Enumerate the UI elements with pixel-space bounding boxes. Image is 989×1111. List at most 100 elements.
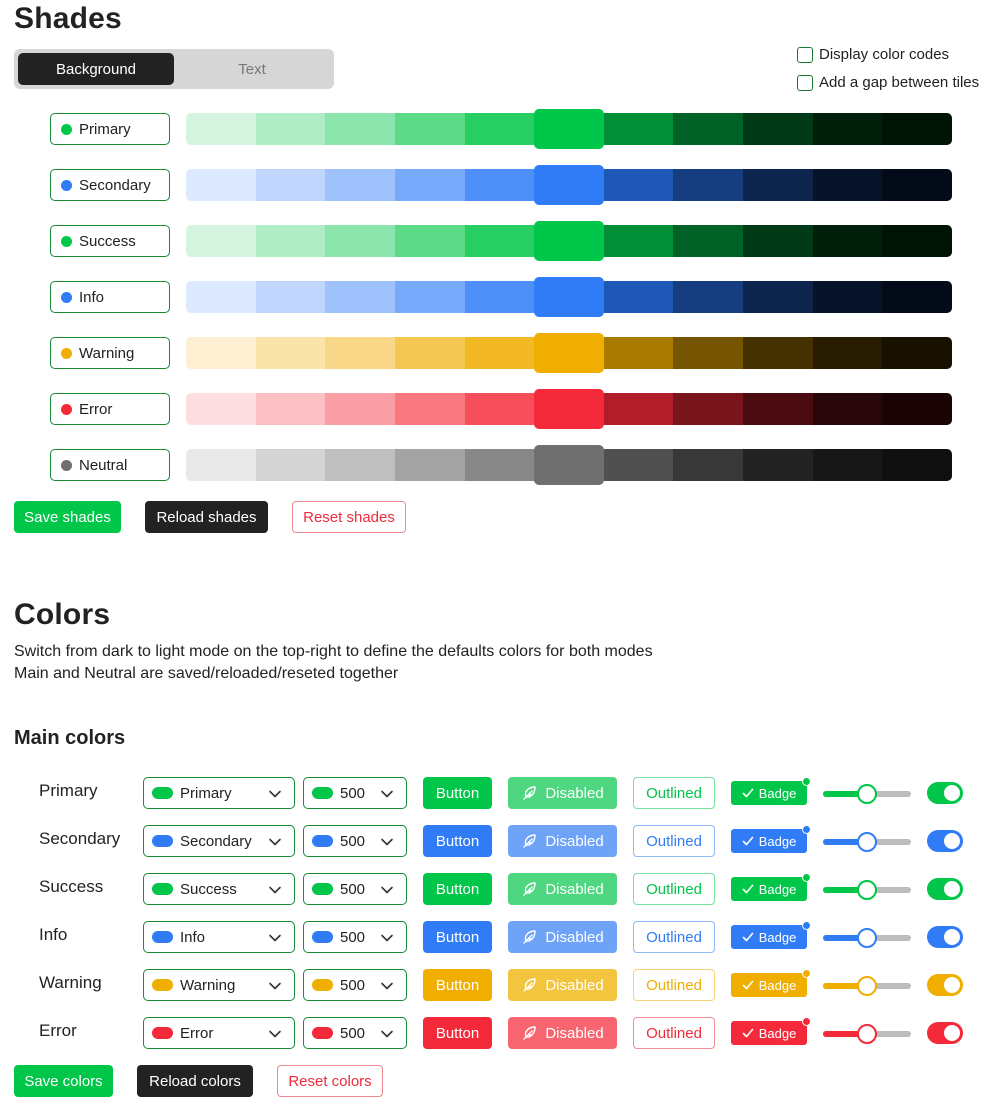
shade-swatch[interactable] [882, 113, 953, 145]
shade-swatch[interactable] [255, 281, 326, 313]
shade-swatch[interactable] [673, 113, 744, 145]
shade-swatch[interactable] [255, 169, 326, 201]
shade-swatch[interactable] [186, 449, 256, 481]
preview-slider[interactable] [823, 1024, 911, 1044]
preview-slider[interactable] [823, 928, 911, 948]
color-select[interactable]: Info [143, 921, 295, 953]
shade-swatch[interactable] [325, 169, 395, 201]
shade-swatch[interactable] [186, 337, 256, 369]
shade-swatch[interactable] [882, 225, 953, 257]
color-select[interactable]: Success [143, 873, 295, 905]
preview-button[interactable]: Button [423, 921, 492, 953]
shade-swatch[interactable] [812, 337, 883, 369]
slider-thumb[interactable] [857, 928, 877, 948]
shade-swatch[interactable] [394, 169, 465, 201]
shade-label-warning[interactable]: Warning [50, 337, 170, 369]
shade-swatch[interactable] [186, 281, 256, 313]
shade-swatch[interactable] [743, 393, 813, 425]
shade-swatch[interactable] [812, 393, 883, 425]
slider-thumb[interactable] [857, 832, 877, 852]
shade-swatch[interactable] [812, 281, 883, 313]
shade-label-primary[interactable]: Primary [50, 113, 170, 145]
slider-thumb[interactable] [857, 1024, 877, 1044]
shade-swatch[interactable] [464, 113, 535, 145]
preview-toggle[interactable] [927, 782, 963, 804]
shade-swatch[interactable] [673, 169, 744, 201]
shade-swatch[interactable] [743, 449, 813, 481]
shade-swatch[interactable] [186, 225, 256, 257]
color-select[interactable]: Warning [143, 969, 295, 1001]
shade-swatch[interactable] [743, 281, 813, 313]
shade-select[interactable]: 500 [303, 921, 407, 953]
shade-swatch[interactable] [603, 113, 674, 145]
shade-select[interactable]: 500 [303, 873, 407, 905]
shade-swatch[interactable] [603, 393, 674, 425]
shade-swatch[interactable] [743, 169, 813, 201]
reset-shades-button[interactable]: Reset shades [292, 501, 406, 533]
preview-slider[interactable] [823, 880, 911, 900]
shade-swatch[interactable] [464, 169, 535, 201]
shade-swatch[interactable] [394, 337, 465, 369]
display-color-codes-checkbox[interactable] [797, 46, 813, 63]
shade-swatch[interactable] [882, 393, 953, 425]
shade-swatch[interactable] [394, 281, 465, 313]
shade-swatch[interactable] [464, 337, 535, 369]
gap-between-tiles-option[interactable]: Add a gap between tiles [797, 74, 979, 91]
shade-label-secondary[interactable]: Secondary [50, 169, 170, 201]
color-select[interactable]: Primary [143, 777, 295, 809]
reload-shades-button[interactable]: Reload shades [145, 501, 268, 533]
preview-outlined-button[interactable]: Outlined [633, 921, 715, 953]
shade-swatch[interactable] [534, 445, 604, 485]
shade-swatch[interactable] [255, 337, 326, 369]
shade-swatch[interactable] [464, 281, 535, 313]
gap-between-tiles-checkbox[interactable] [797, 74, 813, 91]
shade-label-success[interactable]: Success [50, 225, 170, 257]
shade-swatch[interactable] [186, 169, 256, 201]
shade-swatch[interactable] [673, 281, 744, 313]
color-select[interactable]: Error [143, 1017, 295, 1049]
shade-select[interactable]: 500 [303, 777, 407, 809]
preview-toggle[interactable] [927, 974, 963, 996]
shade-label-neutral[interactable]: Neutral [50, 449, 170, 481]
tab-text[interactable]: Text [174, 53, 330, 85]
shade-select[interactable]: 500 [303, 1017, 407, 1049]
shade-swatch[interactable] [464, 225, 535, 257]
shade-swatch[interactable] [743, 225, 813, 257]
preview-outlined-button[interactable]: Outlined [633, 825, 715, 857]
shade-label-info[interactable]: Info [50, 281, 170, 313]
tab-background[interactable]: Background [18, 53, 174, 85]
preview-button[interactable]: Button [423, 969, 492, 1001]
shade-swatch[interactable] [673, 225, 744, 257]
save-shades-button[interactable]: Save shades [14, 501, 121, 533]
preview-button[interactable]: Button [423, 873, 492, 905]
slider-thumb[interactable] [857, 880, 877, 900]
preview-outlined-button[interactable]: Outlined [633, 777, 715, 809]
shade-swatch[interactable] [394, 113, 465, 145]
shade-swatch[interactable] [603, 281, 674, 313]
preview-slider[interactable] [823, 784, 911, 804]
shade-swatch[interactable] [743, 113, 813, 145]
shade-swatch[interactable] [255, 393, 326, 425]
preview-toggle[interactable] [927, 830, 963, 852]
shade-label-error[interactable]: Error [50, 393, 170, 425]
shade-swatch[interactable] [882, 449, 953, 481]
shade-swatch[interactable] [325, 281, 395, 313]
shade-swatch[interactable] [603, 449, 674, 481]
shade-swatch[interactable] [743, 337, 813, 369]
shade-swatch[interactable] [882, 281, 953, 313]
preview-outlined-button[interactable]: Outlined [633, 873, 715, 905]
shade-swatch[interactable] [186, 393, 256, 425]
shade-swatch[interactable] [325, 393, 395, 425]
shade-swatch[interactable] [255, 225, 326, 257]
preview-button[interactable]: Button [423, 825, 492, 857]
shade-swatch[interactable] [255, 449, 326, 481]
shade-swatch[interactable] [394, 449, 465, 481]
shade-swatch[interactable] [255, 113, 326, 145]
shade-swatch[interactable] [325, 449, 395, 481]
preview-toggle[interactable] [927, 1022, 963, 1044]
shade-swatch[interactable] [325, 225, 395, 257]
shade-swatch[interactable] [534, 277, 604, 317]
shade-swatch[interactable] [534, 389, 604, 429]
display-color-codes-option[interactable]: Display color codes [797, 46, 949, 63]
shade-swatch[interactable] [534, 165, 604, 205]
